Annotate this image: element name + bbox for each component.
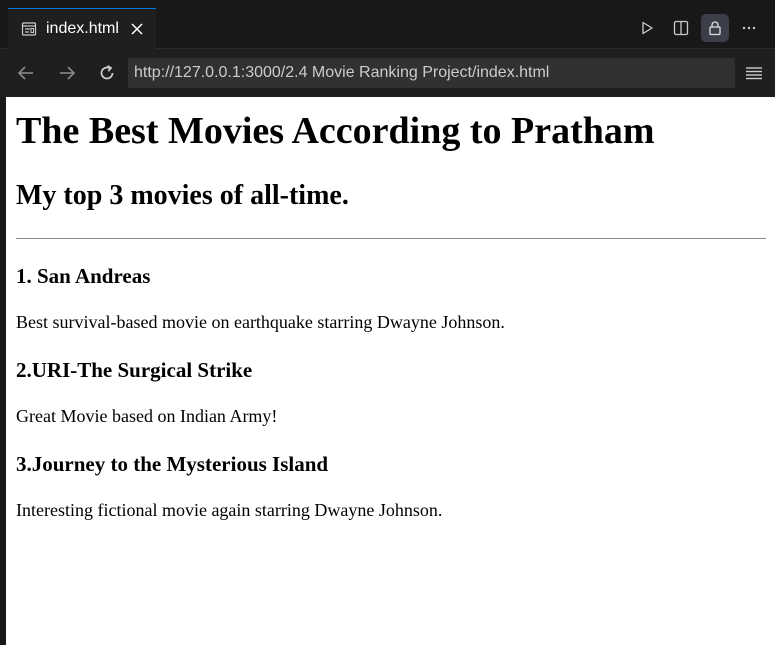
tab-title: index.html <box>46 20 119 37</box>
close-icon[interactable] <box>129 21 145 37</box>
tab-index-html[interactable]: index.html <box>8 8 156 49</box>
preview-file-icon <box>20 21 37 38</box>
menu-icon[interactable] <box>744 62 764 84</box>
movie-description: Interesting fictional movie again starri… <box>16 500 443 520</box>
movie-description: Great Movie based on Indian Army! <box>16 406 278 426</box>
simple-browser-window: index.html http://127.0.0.1:3000/2.4 Mov… <box>0 0 775 645</box>
movie-heading: 1. San Andreas <box>16 264 151 288</box>
movie-item: 2.URI-The Surgical Strike Great Movie ba… <box>16 357 766 427</box>
split-editor-icon[interactable] <box>667 14 695 42</box>
page-viewport: The Best Movies According to Pratham My … <box>6 97 775 645</box>
movie-item: 3.Journey to the Mysterious Island Inter… <box>16 451 766 521</box>
movie-heading: 3.Journey to the Mysterious Island <box>16 452 329 476</box>
editor-actions <box>633 14 763 42</box>
back-arrow-icon[interactable] <box>14 61 38 85</box>
more-icon[interactable] <box>735 14 763 42</box>
url-input[interactable]: http://127.0.0.1:3000/2.4 Movie Ranking … <box>128 58 735 88</box>
run-icon[interactable] <box>633 14 661 42</box>
divider <box>16 238 766 239</box>
lock-icon[interactable] <box>701 14 729 42</box>
movie-description: Best survival-based movie on earthquake … <box>16 312 505 332</box>
movie-item: 1. San Andreas Best survival-based movie… <box>16 263 766 333</box>
web-page: The Best Movies According to Pratham My … <box>6 109 775 521</box>
movie-heading: 2.URI-The Surgical Strike <box>16 358 253 382</box>
forward-arrow-icon[interactable] <box>55 61 79 85</box>
tab-bar: index.html <box>0 0 775 49</box>
page-subtitle: My top 3 movies of all-time. <box>16 180 349 211</box>
reload-icon[interactable] <box>95 61 119 85</box>
navigation-bar: http://127.0.0.1:3000/2.4 Movie Ranking … <box>0 49 775 97</box>
page-title: The Best Movies According to Pratham <box>16 110 655 152</box>
